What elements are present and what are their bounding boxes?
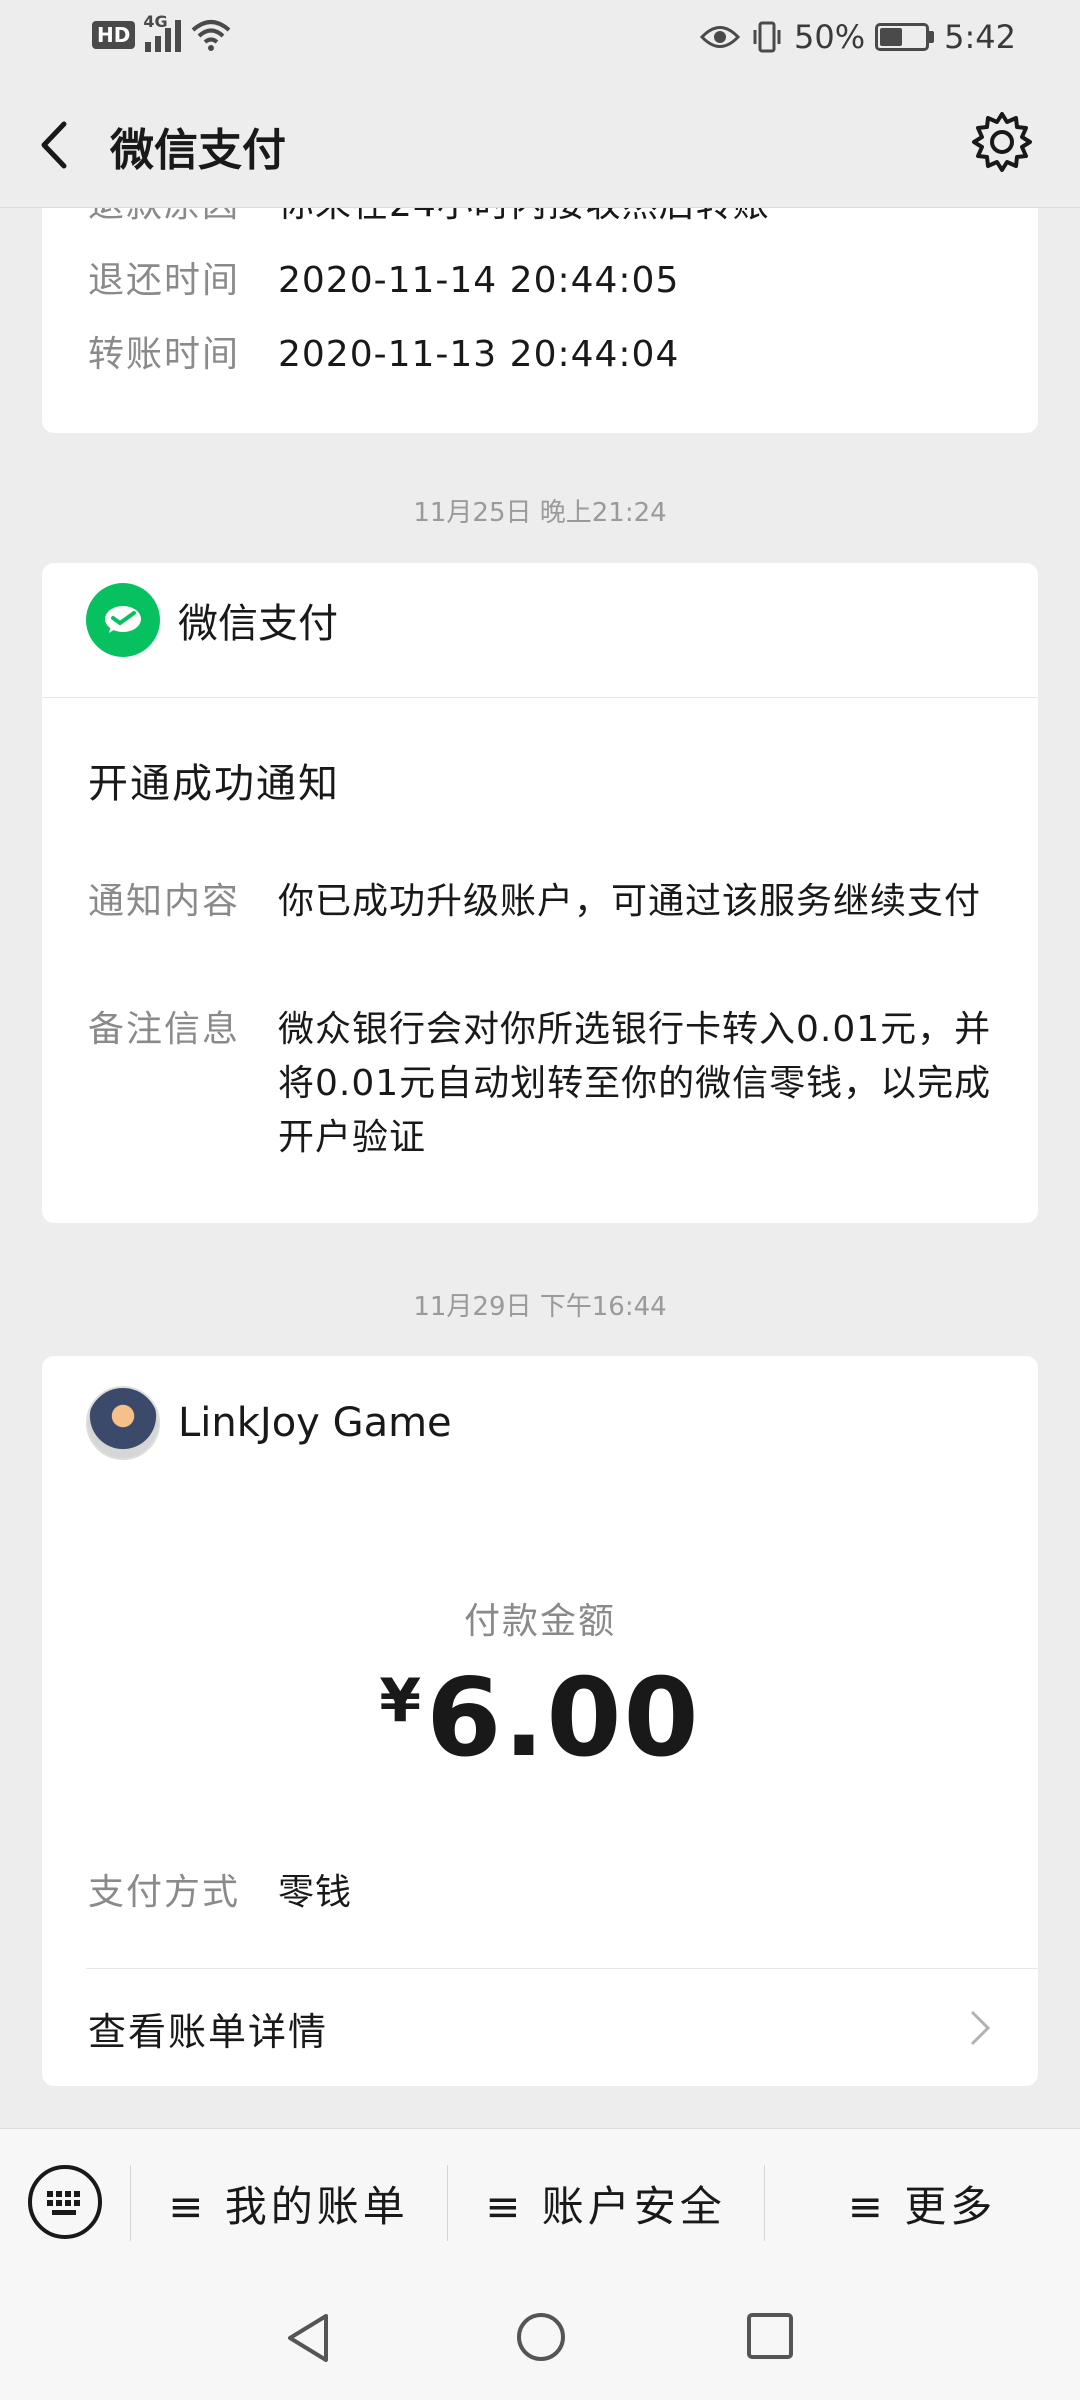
wechat-pay-icon [86,583,160,657]
notice-card[interactable]: 微信支付 开通成功通知 通知内容 你已成功升级账户，可通过该服务继续支付 备注信… [42,563,1038,1223]
keyboard-icon[interactable] [28,2165,102,2239]
battery-icon [875,23,935,51]
message-list[interactable]: 退款原因 你未在24小时内接收然后转账 退还时间 2020-11-14 20:4… [0,208,1080,2128]
battery-percent: 50% [794,18,866,56]
hd-badge: HD [92,21,136,49]
status-left: HD 4G [92,12,231,52]
status-right: 50% 5:42 [700,18,1016,56]
divider [42,697,1038,698]
timestamp: 11月29日 下午16:44 [413,1292,667,1322]
merchant-header: LinkJoy Game [86,1386,452,1460]
wifi-icon [192,20,231,51]
bill-details-label: 查看账单详情 [88,2009,329,2054]
amount: ¥ 6.00 [42,1656,1038,1781]
currency-symbol: ¥ [379,1666,422,1736]
clock: 5:42 [944,18,1016,56]
menu-more[interactable]: ≡ 更多 [764,2129,1080,2277]
chevron-right-icon [970,2010,991,2046]
sender-name: 微信支付 [178,601,338,647]
notice-content-row: 通知内容 你已成功升级账户，可通过该服务继续支付 [88,881,982,922]
transfer-time-row: 转账时间 2020-11-13 20:44:04 [88,334,680,375]
service-menu: ≡ 我的账单 ≡ 账户安全 ≡ 更多 [0,2128,1080,2276]
refund-card[interactable]: 退款原因 你未在24小时内接收然后转账 退还时间 2020-11-14 20:4… [42,208,1038,433]
eye-icon [700,26,741,48]
system-nav-bar [0,2276,1080,2400]
payment-card[interactable]: LinkJoy Game 付款金额 ¥ 6.00 支付方式 零钱 查看账单详情 [42,1356,1038,2086]
status-bar: HD 4G 50% 5:42 [0,0,1080,80]
gear-icon[interactable] [970,110,1034,174]
amount-value: 6.00 [426,1656,701,1781]
page-title: 微信支付 [110,125,286,176]
refund-reason-row: 退款原因 你未在24小时内接收然后转账 [88,208,998,232]
notice-remark-row: 备注信息 微众银行会对你所选银行卡转入0.01元，并将0.01元自动划转至你的微… [88,1009,992,1158]
menu-my-bills[interactable]: ≡ 我的账单 [130,2129,447,2277]
amount-label: 付款金额 [463,1601,616,1642]
back-arrow-icon[interactable] [36,120,72,170]
divider [86,1968,1038,1969]
merchant-avatar [86,1386,160,1460]
nav-back-icon[interactable] [282,2310,334,2366]
payment-method-row: 支付方式 零钱 [88,1872,353,1913]
nav-recents-icon[interactable] [744,2310,796,2362]
cellular-signal-icon: 4G [143,12,182,52]
header: 微信支付 [0,80,1080,208]
nav-home-icon[interactable] [514,2310,568,2364]
notice-title: 开通成功通知 [88,761,340,807]
notice-sender: 微信支付 [86,583,338,657]
refund-time-row: 退还时间 2020-11-14 20:44:05 [88,260,680,301]
timestamp: 11月25日 晚上21:24 [413,498,667,528]
network-type: 4G [143,12,168,31]
vibrate-icon [753,21,781,53]
bill-details-link[interactable]: 查看账单详情 [88,1978,992,2078]
merchant-name: LinkJoy Game [178,1400,452,1446]
menu-account-security[interactable]: ≡ 账户安全 [447,2129,764,2277]
